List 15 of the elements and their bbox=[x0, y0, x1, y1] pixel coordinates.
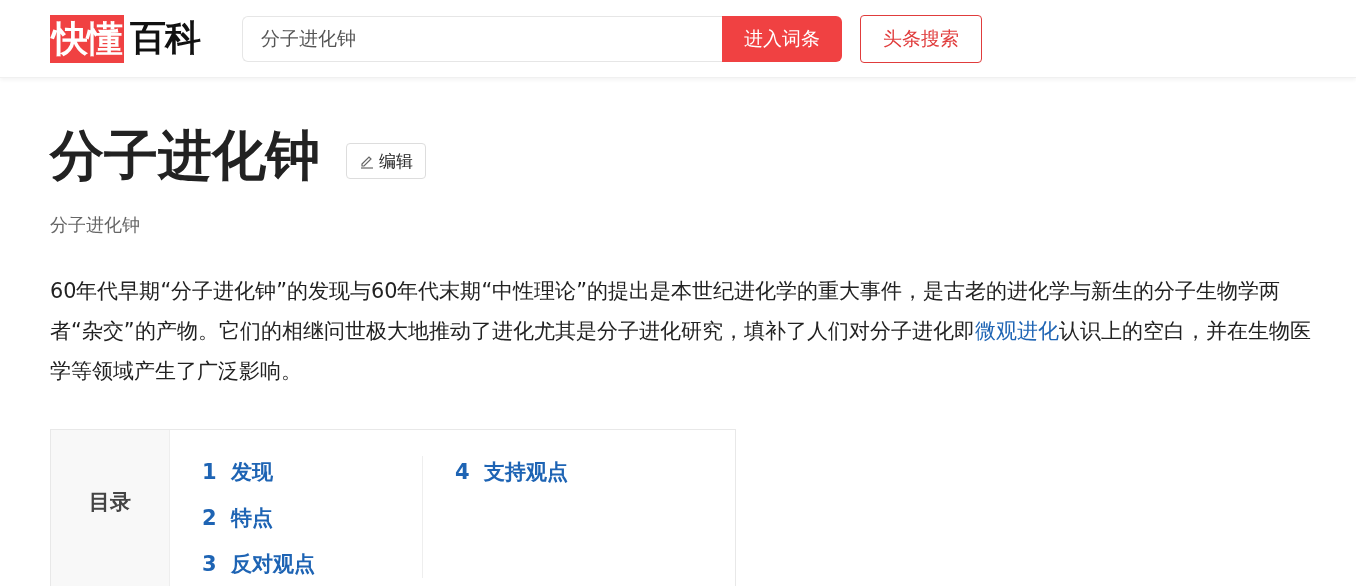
toc-link[interactable]: 4 支持观点 bbox=[455, 456, 682, 488]
toc-link[interactable]: 3 反对观点 bbox=[202, 548, 422, 580]
enter-entry-button[interactable]: 进入词条 bbox=[722, 15, 842, 62]
toc-link[interactable]: 1 发现 bbox=[202, 456, 422, 488]
logo-text[interactable]: 百科 bbox=[130, 14, 200, 63]
page-title: 分子进化钟 bbox=[50, 123, 320, 189]
toc-link[interactable]: 2 特点 bbox=[202, 502, 422, 534]
link[interactable]: 微观进化 bbox=[974, 319, 1059, 343]
summary-paragraph: 60年代早期“分子进化钟”的发现与60年代末期“中性理论”的提出是本世纪进化学的重大事件，是古老的进化学与新生的分子生物学两者“杂交”的产物。它们的相继问世极大地推动了进化尤其是分子进化研究，填补了人们对分子进化即微观进化认识上的空白，并在生物医学等领域产生了广泛影响。 bbox=[50, 278, 1312, 385]
toc-heading: 目录 bbox=[89, 488, 131, 516]
search-field[interactable]: 分子进化钟 bbox=[242, 15, 722, 62]
search-button[interactable]: 头条搜索 bbox=[860, 14, 982, 63]
logo-mark[interactable]: 快懂 bbox=[50, 14, 124, 63]
subtitle: 分子进化钟 bbox=[50, 213, 141, 237]
edit-button[interactable]: 编辑 bbox=[346, 143, 426, 179]
